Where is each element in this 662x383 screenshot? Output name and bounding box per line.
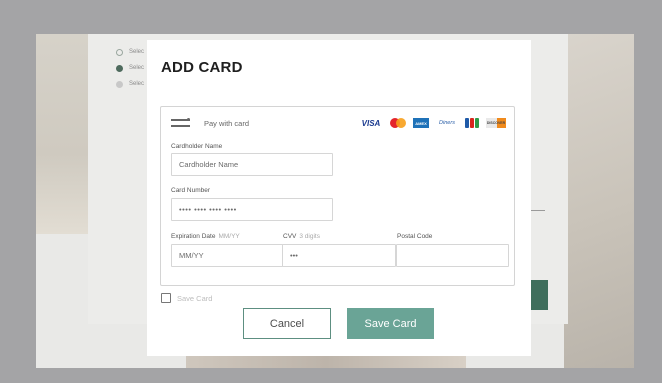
jcb-logo xyxy=(465,118,479,128)
background-button-edge xyxy=(531,280,548,310)
cvv-hint: 3 digits xyxy=(299,233,320,240)
step-item: Selec xyxy=(116,76,144,92)
step-label: Selec xyxy=(129,49,145,55)
mastercard-logo xyxy=(390,118,406,128)
cardholder-name-input[interactable]: Cardholder Name xyxy=(171,153,333,176)
expiration-date-label-text: Expiration Date xyxy=(171,233,216,240)
card-number-label: Card Number xyxy=(171,187,211,194)
amex-logo: AMEX xyxy=(413,118,429,128)
credit-card-icon xyxy=(171,118,190,128)
postal-code-input[interactable] xyxy=(396,244,509,267)
step-active-icon xyxy=(116,64,123,72)
pay-with-card-row: Pay with card VISA AMEX Diners DISCOVER xyxy=(171,116,506,130)
discover-logo: DISCOVER xyxy=(486,118,506,128)
cvv-label: CVV 3 digits xyxy=(283,233,320,240)
step-check-icon xyxy=(116,48,123,56)
step-pending-icon xyxy=(116,80,123,88)
expiration-date-input[interactable]: MM/YY xyxy=(171,244,283,267)
card-number-input[interactable]: •••• •••• •••• •••• xyxy=(171,198,333,221)
step-label: Selec xyxy=(129,81,145,87)
visa-logo: VISA xyxy=(361,118,381,128)
background-steps: Selec Selec Selec xyxy=(116,44,144,92)
cvv-label-text: CVV xyxy=(283,233,297,240)
save-card-checkbox[interactable] xyxy=(161,293,171,303)
save-card-label: Save Card xyxy=(177,293,213,303)
diners-logo: Diners xyxy=(439,120,455,126)
add-card-modal: ADD CARD Pay with card VISA AMEX Diners … xyxy=(147,40,531,356)
expiration-date-label: Expiration Date MM/YY xyxy=(171,233,240,240)
step-item: Selec xyxy=(116,60,144,76)
step-item: Selec xyxy=(116,44,144,60)
save-card-button[interactable]: Save Card xyxy=(347,308,434,339)
cvv-input[interactable]: ••• xyxy=(282,244,396,267)
postal-code-label: Postal Code xyxy=(397,233,433,240)
background-photo xyxy=(564,34,634,368)
card-form: Pay with card VISA AMEX Diners DISCOVER … xyxy=(160,106,515,286)
save-card-row[interactable]: Save Card xyxy=(161,293,212,303)
step-label: Selec xyxy=(129,65,145,71)
expiration-date-hint: MM/YY xyxy=(218,233,240,240)
pay-with-card-label: Pay with card xyxy=(204,118,250,128)
cardholder-name-label: Cardholder Name xyxy=(171,143,223,150)
modal-title: ADD CARD xyxy=(161,59,243,76)
background-divider xyxy=(531,210,545,211)
card-brands: VISA AMEX Diners DISCOVER xyxy=(359,118,506,128)
cancel-button[interactable]: Cancel xyxy=(243,308,331,339)
